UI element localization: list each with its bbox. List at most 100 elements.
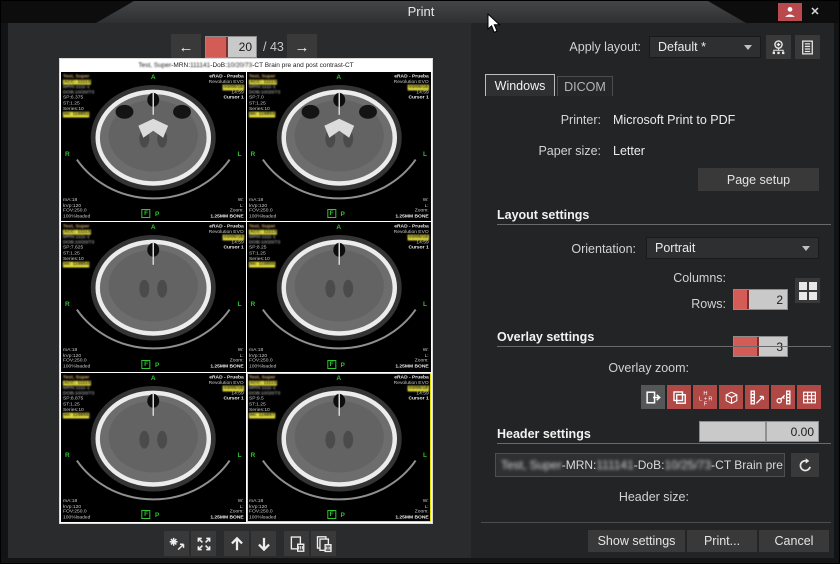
cell-study-text: eRAD - PruebaRevolution EVO03/05/1814:59… [394,74,429,101]
fit-to-window-icon [195,535,213,553]
mouse-cursor [487,13,502,35]
spinner-thumb[interactable] [226,37,228,57]
cell-technique-text: mA:18kVp:120FOV:250.0100%loaded [249,498,276,520]
stack-overlays-toggle[interactable] [667,385,691,409]
preview-cell[interactable]: Test, SuperACC: 11113MRN:1111-1DOB:10/20… [247,222,432,371]
svg-text:L: L [699,396,702,402]
layout-settings-title: Layout settings [497,208,589,222]
page-number-spinner[interactable]: 20 [205,36,257,58]
slider-thumb[interactable] [765,422,767,441]
cell-window-text: W:L:Zoom:1.25MM BONE [210,498,243,520]
move-page-down-icon [255,535,273,553]
orientation-marker-left: L [423,452,427,459]
show-settings-button[interactable]: Show settings [588,530,685,552]
save-layout-button[interactable] [766,35,791,59]
orientation-marker-right: R [251,301,256,308]
cell-study-text: eRAD - PruebaRevolution EVO03/05/1814:59… [208,74,243,101]
orientation-marker-anterior: A [151,224,156,231]
calibration-ruler-toggle[interactable] [771,385,795,409]
cell-demographics-text: Test, SuperACC: 11113MRN:1111-1DOB:10/20… [249,74,280,117]
printer-value: Microsoft Print to PDF [613,112,823,128]
orientation-marker-anterior: A [336,74,341,81]
cell-window-text: W:L:Zoom:1.25MM BONE [396,498,429,520]
text-segment: Test, Super [501,458,562,472]
layout-list-icon [799,39,816,56]
text-segment: Test, Super [138,62,171,69]
preview-cell[interactable]: Test, SuperACC: 11113MRN:1111-1DOB:10/20… [61,373,246,522]
patient-orientation-icon: HL+RF [697,389,714,406]
layout-list-button[interactable] [795,35,820,59]
scale-ruler-toggle[interactable] [745,385,769,409]
move-overlays-toggle[interactable] [641,385,665,409]
orientation-marker-anterior: A [336,375,341,382]
overlay-zoom-label: Overlay zoom: [481,360,689,376]
orientation-dropdown[interactable]: Portrait [646,237,819,259]
print-preview-page[interactable]: Test, Super-MRN:111141-DoB:10/20/73-CT B… [59,58,433,524]
delete-all-pages-button[interactable] [311,531,336,556]
tab-windows[interactable]: Windows [485,74,555,96]
orientation-marker-feet: F [142,360,151,369]
tab-dicom[interactable]: DICOM [557,76,613,96]
svg-text:R: R [708,396,712,402]
header-size-label: Header size: [481,489,689,505]
orientation-marker-feet: F [327,360,336,369]
move-page-up-button[interactable] [224,531,249,556]
orientation-marker-posterior: P [155,211,159,218]
columns-spinner[interactable]: 2 [733,289,788,310]
reset-header-button[interactable] [791,453,819,477]
arrow-right-icon: → [295,39,310,56]
orientation-marker-feet: F [142,209,151,218]
fit-to-window-button[interactable] [191,531,216,556]
orientation-marker-feet: F [327,510,336,519]
preview-cell-selected[interactable]: Test, SuperACC: 11113MRN:1111-1DOB:10/20… [247,373,432,522]
close-button[interactable]: ✕ [805,3,825,21]
orientation-value: Portrait [655,241,695,255]
print-button[interactable]: Print... [687,530,757,552]
grid-2x2-icon [799,282,817,300]
divider [497,224,831,225]
page-setup-button[interactable]: Page setup [698,168,819,191]
spinner-thumb[interactable] [747,290,749,309]
move-page-down-button[interactable] [251,531,276,556]
apply-layout-dropdown[interactable]: Default * [649,36,761,58]
user-session-button[interactable] [778,3,802,21]
printer-label: Printer: [461,112,601,128]
delete-all-pages-icon [315,535,333,553]
preview-cell[interactable]: Test, SuperACC: 11113MRN:1111-1DOB:10/20… [247,72,432,221]
auto-window-button[interactable] [164,531,189,556]
grid-layout-button[interactable] [795,278,820,303]
scale-ruler-icon [749,389,766,406]
calibration-ruler-icon [775,389,792,406]
grid-table-toggle[interactable] [797,385,821,409]
orientation-cube-toggle[interactable] [719,385,743,409]
chevron-down-icon [744,45,752,50]
delete-page-button[interactable] [284,531,309,556]
cancel-button[interactable]: Cancel [759,530,829,552]
text-segment: -CT Brain pre and post contrast-CT [252,62,353,69]
delete-page-icon [288,535,306,553]
text-segment: -CT Brain pre [711,458,783,472]
columns-value: 2 [776,290,783,309]
move-overlays-icon [645,389,662,406]
orientation-marker-posterior: P [340,211,344,218]
preview-cell[interactable]: Test, SuperACC: 11113MRN:1111-1DOB:10/20… [61,72,246,221]
previous-page-button[interactable]: ← [171,34,201,60]
cell-technique-text: mA:18kVp:120FOV:250.0100%loaded [249,348,276,370]
divider [497,443,831,444]
overlay-zoom-slider[interactable]: 0.00 [699,421,819,442]
preview-cell[interactable]: Test, SuperACC: 11113MRN:1111-1DOB:10/20… [61,222,246,371]
cell-study-text: eRAD - PruebaRevolution EVO03/05/1814:59… [394,224,429,251]
next-page-button[interactable]: → [287,34,317,60]
divider [497,346,831,347]
patient-orientation-toggle[interactable]: HL+RF [693,385,717,409]
orientation-marker-anterior: A [336,224,341,231]
header-text-field[interactable]: Test, Super-MRN:111141-DoB:10/25/73-CT B… [495,453,785,477]
cell-demographics-text: Test, SuperACC: 11113MRN:1111-1DOB:10/20… [63,224,94,267]
cell-window-text: W:L:Zoom:1.25MM BONE [396,198,429,220]
cell-study-text: eRAD - PruebaRevolution EVO03/05/1814:59… [208,375,243,402]
orientation-marker-right: R [251,452,256,459]
orientation-marker-left: L [238,301,242,308]
columns-label: Columns: [601,270,726,286]
cell-demographics-text: Test, SuperACC: 11113MRN:1111-1DOB:10/20… [63,74,94,117]
cell-window-text: W:L:Zoom:1.25MM BONE [210,198,243,220]
